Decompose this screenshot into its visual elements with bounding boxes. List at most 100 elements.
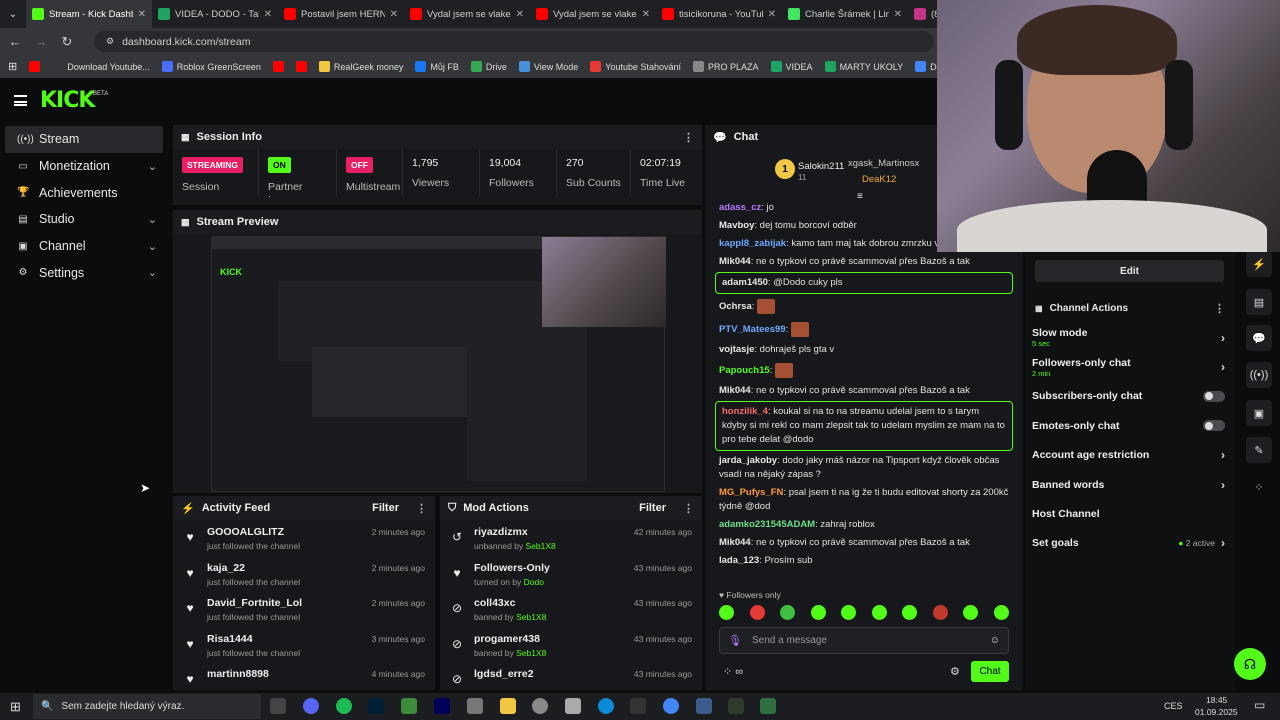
spotify-icon[interactable] — [336, 698, 352, 714]
chevron-right-icon[interactable]: › — [1221, 536, 1225, 550]
rail-layout-icon[interactable]: ▣ — [1246, 400, 1272, 426]
sidebar-item-settings[interactable]: ⚙ Settings ⌄ — [5, 259, 163, 286]
chevron-right-icon[interactable]: › — [1221, 448, 1225, 462]
chat-username[interactable]: adamko231545ADAM — [719, 519, 815, 530]
emoji-icon[interactable]: ☺ — [990, 635, 1000, 646]
bookmark-item[interactable]: Drive — [470, 61, 507, 72]
chat-settings-icon[interactable]: ⚙ — [950, 665, 960, 678]
chevron-down-icon[interactable]: ⌄ — [148, 160, 157, 173]
browser-tab[interactable]: Vydal jsem se vlakem ✕ — [530, 0, 656, 28]
chat-username[interactable]: vojtasje — [719, 344, 754, 355]
language-indicator[interactable]: CES — [1164, 701, 1183, 711]
chat-username[interactable]: Mik044 — [719, 537, 751, 548]
chevron-right-icon[interactable]: › — [1221, 360, 1225, 374]
tab-close-icon[interactable]: ✕ — [768, 9, 776, 20]
kick-logo[interactable]: KICK — [40, 88, 95, 113]
premiere-icon[interactable] — [434, 698, 450, 714]
tab-close-icon[interactable]: ✕ — [264, 9, 272, 20]
browser-tab[interactable]: VIDEA - DODO - Tabu ✕ — [152, 0, 278, 28]
mod-action-target[interactable]: Followers-Only — [474, 562, 550, 574]
channel-action-subscribers-only-chat[interactable]: Subscribers-only chat — [1025, 382, 1235, 411]
edit-button[interactable]: Edit — [1035, 260, 1224, 282]
chat-input[interactable]: 🎙 Send a message ☺ — [719, 627, 1009, 654]
toggle-switch[interactable] — [1203, 420, 1225, 432]
mod-filter-button[interactable]: Filter — [639, 502, 666, 514]
hamburger-menu-icon[interactable] — [14, 95, 27, 106]
browser-tab[interactable]: Charlie Šrámek | Link ✕ — [782, 0, 908, 28]
mic-icon[interactable]: 🎙 — [728, 634, 742, 647]
task-view-icon[interactable] — [270, 698, 286, 714]
emote-icon[interactable] — [719, 605, 734, 620]
reload-icon[interactable]: ↻ — [60, 34, 74, 50]
photoshop-icon[interactable] — [368, 698, 384, 714]
chat-username[interactable]: jarda_jakoby — [719, 455, 777, 466]
emote-icon[interactable] — [932, 605, 948, 620]
mod-action-target[interactable]: progamer438 — [474, 633, 546, 645]
channel-action-host-channel[interactable]: Host Channel — [1025, 499, 1235, 528]
chat-username[interactable]: Mik044 — [719, 256, 751, 267]
chat-username[interactable]: adam1450 — [722, 277, 768, 288]
tab-close-icon[interactable]: ✕ — [894, 9, 902, 20]
emote-icon[interactable] — [963, 605, 979, 620]
chat-username[interactable]: adass_cz — [719, 202, 761, 213]
chat-username[interactable]: Ochrsa — [719, 301, 752, 312]
chat-username[interactable]: lada_123 — [719, 555, 759, 566]
bookmark-item[interactable]: VIDEA — [770, 61, 813, 72]
chat-send-button[interactable]: Chat — [971, 661, 1009, 682]
browser-tab[interactable]: Stream - Kick Dashbo ✕ — [26, 0, 152, 28]
mod-more-icon[interactable]: ⋮ — [683, 502, 694, 515]
sidebar-item-monetization[interactable]: ▭ Monetization ⌄ — [5, 153, 163, 180]
mod-action-moderator[interactable]: Seb1X8 — [526, 541, 556, 551]
activity-username[interactable]: David_Fortnite_Lol — [207, 597, 302, 609]
chat-username[interactable]: Mik044 — [719, 385, 751, 396]
emote-icon[interactable] — [780, 605, 796, 620]
url-bar[interactable]: ⚙ dashboard.kick.com/stream — [94, 31, 934, 52]
chat-points-icon[interactable]: ⁘ ∞ — [723, 665, 743, 678]
discord-icon[interactable] — [303, 698, 319, 714]
mod-action-target[interactable]: riyazdizmx — [474, 526, 556, 538]
sidebar-item-stream[interactable]: ((•)) Stream — [5, 126, 163, 153]
support-headset-icon[interactable]: ☊ — [1234, 648, 1266, 680]
activity-username[interactable]: martinn8898 — [207, 668, 269, 680]
channel-action-banned-words[interactable]: Banned words › — [1025, 470, 1235, 499]
channel-actions-more-icon[interactable]: ⋮ — [1214, 302, 1225, 315]
bookmark-item[interactable]: PRO PLAZA — [693, 61, 759, 72]
site-info-icon[interactable]: ⚙ — [106, 36, 114, 47]
mod-action-target[interactable]: coll43xc — [474, 597, 546, 609]
bookmark-item[interactable] — [29, 61, 41, 72]
emote-icon[interactable] — [841, 605, 857, 620]
app-icon-light[interactable] — [565, 698, 581, 714]
channel-action-followers-only-chat[interactable]: Followers-only chat 2 min › — [1025, 352, 1235, 381]
activity-username[interactable]: GOOOALGLITZ — [207, 526, 300, 538]
activity-more-icon[interactable]: ⋮ — [416, 502, 427, 515]
bookmark-item[interactable]: View Mode — [518, 61, 578, 72]
sidebar-item-studio[interactable]: ▤ Studio ⌄ — [5, 206, 163, 233]
bookmark-item[interactable] — [272, 61, 284, 72]
tab-close-icon[interactable]: ✕ — [390, 9, 398, 20]
mod-action-moderator[interactable]: Seb1X8 — [516, 648, 546, 658]
chevron-down-icon[interactable]: ⌄ — [148, 240, 157, 253]
rail-broadcast-icon[interactable]: ((•)) — [1246, 362, 1272, 388]
activity-username[interactable]: kaja_22 — [207, 562, 300, 574]
sidebar-item-achievements[interactable]: 🏆 Achievements — [5, 179, 163, 206]
channel-action-emotes-only-chat[interactable]: Emotes-only chat — [1025, 411, 1235, 440]
app-icon-dark[interactable] — [630, 698, 646, 714]
chat-username[interactable]: honzilik_4 — [722, 406, 768, 417]
clock-time[interactable]: 18:45 — [1206, 695, 1227, 705]
chat-username[interactable]: kappl8_zabijak — [719, 238, 786, 249]
bookmark-item[interactable] — [295, 61, 307, 72]
browser-tab[interactable]: Vydal jsem se vlakem ✕ — [404, 0, 530, 28]
file-explorer-icon[interactable] — [500, 698, 516, 714]
app-icon-blue[interactable] — [696, 698, 712, 714]
chrome-icon[interactable] — [663, 698, 679, 714]
mod-action-moderator[interactable]: Seb1X8 — [516, 612, 546, 622]
top-user-2[interactable]: xgask_Martinosx — [848, 158, 919, 169]
top-user-3[interactable]: DeaK12 — [862, 174, 896, 185]
chat-username[interactable]: Mavboy — [719, 220, 754, 231]
rail-apps-icon[interactable]: ⁘ — [1246, 474, 1272, 500]
app-icon-gray[interactable] — [532, 698, 548, 714]
sidebar-item-channel[interactable]: ▣ Channel ⌄ — [5, 233, 163, 260]
emote-icon[interactable] — [871, 605, 887, 620]
notifications-icon[interactable]: ▭ — [1254, 698, 1265, 712]
tab-close-icon[interactable]: ✕ — [642, 9, 650, 20]
